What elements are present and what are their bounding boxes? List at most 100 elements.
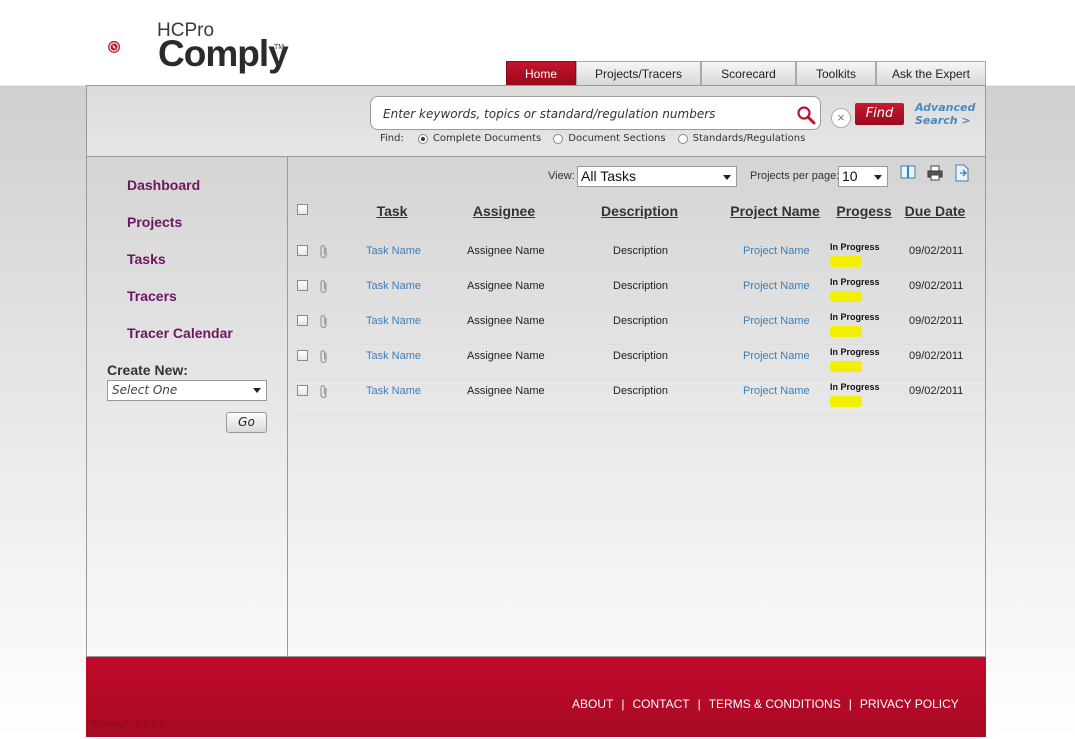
task-link[interactable]: Task Name (366, 315, 421, 327)
export-icon[interactable] (954, 164, 970, 182)
progress-status: In Progress (830, 347, 880, 357)
sidebar-item-tracer-calendar[interactable]: Tracer Calendar (127, 325, 233, 341)
paperclip-icon[interactable] (318, 384, 330, 400)
create-new-value: Select One (112, 383, 178, 397)
paperclip-icon[interactable] (318, 349, 330, 365)
chevron-down-icon (874, 175, 882, 180)
find-options-label: Find: (380, 133, 404, 144)
per-page-select[interactable]: 10 (838, 166, 888, 187)
column-header-project-name[interactable]: Project Name (727, 203, 823, 219)
progress-highlight (830, 256, 862, 267)
view-select[interactable]: All Tasks (577, 166, 737, 187)
main-nav: Home Projects/Tracers Scorecard Toolkits… (506, 61, 986, 85)
tab-ask-the-expert[interactable]: Ask the Expert (876, 61, 986, 85)
due-date-cell: 09/02/2011 (909, 350, 964, 362)
create-new-label: Create New: (107, 362, 188, 378)
sidebar-item-dashboard[interactable]: Dashboard (127, 177, 200, 193)
task-link[interactable]: Task Name (366, 280, 421, 292)
assignee-cell: Assignee Name (467, 350, 545, 362)
radio-complete-documents[interactable] (417, 133, 428, 144)
description-cell: Description (613, 315, 669, 327)
tab-toolkits[interactable]: Toolkits (796, 61, 876, 85)
paperclip-icon[interactable] (318, 314, 330, 330)
description-cell: Description (613, 385, 669, 397)
print-icon[interactable] (927, 164, 943, 182)
view-value: All Tasks (581, 168, 636, 184)
paperclip-icon[interactable] (318, 244, 330, 260)
view-label: View: (548, 170, 575, 182)
radio-standards-regulations[interactable] (677, 133, 688, 144)
tab-scorecard[interactable]: Scorecard (701, 61, 796, 85)
assignee-cell: Assignee Name (467, 385, 545, 397)
book-icon[interactable] (900, 164, 916, 182)
row-checkbox[interactable] (297, 315, 308, 326)
row-checkbox[interactable] (297, 245, 308, 256)
advanced-search-link[interactable]: Advanced Search > (915, 101, 975, 127)
chevron-down-icon (723, 175, 731, 180)
task-link[interactable]: Task Name (366, 385, 421, 397)
per-page-value: 10 (842, 168, 858, 184)
advanced-search-line1: Advanced (915, 101, 976, 114)
column-header-progress[interactable]: Progess (834, 203, 894, 219)
logo-comply-text: Comply (158, 33, 289, 74)
select-all-checkbox[interactable] (297, 204, 308, 215)
project-link[interactable]: Project Name (743, 315, 810, 327)
per-page-label: Projects per page: (750, 170, 840, 182)
due-date-cell: 09/02/2011 (909, 385, 964, 397)
table-row: Task Name Assignee Name Description Project… (291, 379, 985, 415)
column-header-task[interactable]: Task (371, 203, 413, 219)
radio-label: Standards/Regulations (692, 133, 806, 144)
description-cell: Description (613, 245, 669, 257)
hcpro-logo-icon (108, 41, 120, 53)
progress-highlight (830, 291, 862, 302)
sidebar-item-tasks[interactable]: Tasks (127, 251, 166, 267)
tab-projects-tracers[interactable]: Projects/Tracers (576, 61, 701, 85)
footer-link-privacy[interactable]: PRIVACY POLICY (860, 697, 959, 711)
due-date-cell: 09/02/2011 (909, 315, 964, 327)
project-link[interactable]: Project Name (743, 245, 810, 257)
footer-link-contact[interactable]: CONTACT (632, 697, 689, 711)
footer-link-about[interactable]: ABOUT (572, 697, 613, 711)
progress-status: In Progress (830, 312, 880, 322)
progress-status: In Progress (830, 277, 880, 287)
column-header-due-date[interactable]: Due Date (902, 203, 968, 219)
clear-icon[interactable]: × (831, 108, 851, 128)
row-checkbox[interactable] (297, 280, 308, 291)
find-options: Find: Complete Documents Document Sectio… (380, 133, 817, 144)
advanced-search-line2: Search > (915, 114, 971, 127)
task-link[interactable]: Task Name (366, 245, 421, 257)
column-header-description[interactable]: Description (598, 203, 681, 219)
create-new-select[interactable]: Select One (107, 380, 267, 401)
table-row: Task Name Assignee Name Description Project… (291, 344, 985, 380)
paperclip-icon[interactable] (318, 279, 330, 295)
due-date-cell: 09/02/2011 (909, 245, 964, 257)
row-checkbox[interactable] (297, 385, 308, 396)
go-button[interactable]: Go (226, 412, 267, 433)
progress-status: In Progress (830, 242, 880, 252)
column-header-assignee[interactable]: Assignee (466, 203, 542, 219)
progress-highlight (830, 361, 862, 372)
radio-label: Document Sections (568, 133, 666, 144)
radio-label: Complete Documents (432, 133, 542, 144)
radio-document-sections[interactable] (553, 133, 564, 144)
tab-home[interactable]: Home (506, 61, 576, 85)
chevron-down-icon (253, 388, 261, 393)
assignee-cell: Assignee Name (467, 315, 545, 327)
footer-link-terms[interactable]: TERMS & CONDITIONS (709, 697, 841, 711)
project-link[interactable]: Project Name (743, 280, 810, 292)
sidebar-item-projects[interactable]: Projects (127, 214, 182, 230)
find-button[interactable]: Find (855, 103, 904, 125)
progress-status: In Progress (830, 382, 880, 392)
table-row: Task Name Assignee Name Description Project… (291, 309, 985, 345)
progress-highlight (830, 326, 862, 337)
progress-highlight (830, 396, 862, 407)
due-date-cell: 09/02/2011 (909, 280, 964, 292)
row-checkbox[interactable] (297, 350, 308, 361)
project-link[interactable]: Project Name (743, 350, 810, 362)
project-link[interactable]: Project Name (743, 385, 810, 397)
sidebar-item-tracers[interactable]: Tracers (127, 288, 177, 304)
search-input[interactable] (381, 103, 785, 125)
revision-text: Revision: 1.0.0.0 (91, 719, 166, 730)
task-link[interactable]: Task Name (366, 350, 421, 362)
search-icon[interactable] (796, 105, 816, 125)
